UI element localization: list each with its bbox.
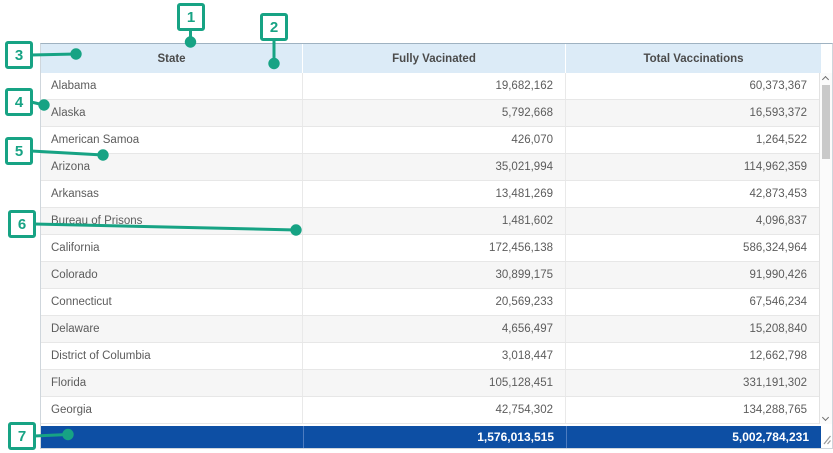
table-footer-totals: 1,576,013,515 5,002,784,231 <box>41 426 832 448</box>
annotation-callout-2: 2 <box>260 13 288 41</box>
cell-total-vaccinations: 134,288,765 <box>566 397 819 423</box>
annotation-callout-3: 3 <box>5 41 33 69</box>
annotation-callout-4: 4 <box>5 88 33 116</box>
table-row[interactable]: California 172,456,138 586,324,964 <box>41 235 819 262</box>
footer-state-cell <box>41 426 303 448</box>
footer-fully-vaccinated-total: 1,576,013,515 <box>303 426 566 448</box>
table-row[interactable]: American Samoa 426,070 1,264,522 <box>41 127 819 154</box>
annotation-callout-1: 1 <box>177 3 205 31</box>
table-row[interactable]: Arkansas 13,481,269 42,873,453 <box>41 181 819 208</box>
cell-total-vaccinations: 42,873,453 <box>566 181 819 207</box>
table-row[interactable]: Connecticut 20,569,233 67,546,234 <box>41 289 819 316</box>
cell-state: Colorado <box>41 262 303 288</box>
cell-state: Bureau of Prisons <box>41 208 303 234</box>
cell-total-vaccinations: 16,593,372 <box>566 100 819 126</box>
annotation-callout-7: 7 <box>8 422 36 450</box>
vertical-scrollbar[interactable] <box>819 73 832 424</box>
annotation-callout-5: 5 <box>5 137 33 165</box>
table-row[interactable]: Florida 105,128,451 331,191,302 <box>41 370 819 397</box>
cell-fully-vaccinated: 30,899,175 <box>303 262 566 288</box>
table-row[interactable]: District of Columbia 3,018,447 12,662,79… <box>41 343 819 370</box>
cell-total-vaccinations: 60,373,367 <box>566 73 819 99</box>
cell-total-vaccinations: 4,096,837 <box>566 208 819 234</box>
table-row[interactable]: Alabama 19,682,162 60,373,367 <box>41 73 819 100</box>
annotation-callout-6: 6 <box>8 210 36 238</box>
table-body: Alabama 19,682,162 60,373,367 Alaska 5,7… <box>41 73 832 424</box>
cell-state: Delaware <box>41 316 303 342</box>
table-row[interactable]: Colorado 30,899,175 91,990,426 <box>41 262 819 289</box>
cell-fully-vaccinated: 5,792,668 <box>303 100 566 126</box>
resize-grip-icon[interactable] <box>821 433 832 445</box>
cell-state: Connecticut <box>41 289 303 315</box>
cell-fully-vaccinated: 172,456,138 <box>303 235 566 261</box>
cell-total-vaccinations: 586,324,964 <box>566 235 819 261</box>
table-row[interactable]: Arizona 35,021,994 114,962,359 <box>41 154 819 181</box>
cell-fully-vaccinated: 105,128,451 <box>303 370 566 396</box>
chevron-down-icon[interactable] <box>822 414 829 421</box>
column-header-total-vaccinations[interactable]: Total Vaccinations <box>566 44 821 73</box>
cell-fully-vaccinated: 4,656,497 <box>303 316 566 342</box>
table-row[interactable]: Bureau of Prisons 1,481,602 4,096,837 <box>41 208 819 235</box>
cell-total-vaccinations: 67,546,234 <box>566 289 819 315</box>
cell-state: Arizona <box>41 154 303 180</box>
cell-total-vaccinations: 91,990,426 <box>566 262 819 288</box>
cell-state: Alaska <box>41 100 303 126</box>
cell-total-vaccinations: 1,264,522 <box>566 127 819 153</box>
cell-fully-vaccinated: 35,021,994 <box>303 154 566 180</box>
scrollbar-thumb[interactable] <box>822 85 830 159</box>
cell-state: Georgia <box>41 397 303 423</box>
dashboard-page: State Fully Vacinated Total Vaccinations… <box>0 0 833 453</box>
vaccination-table: State Fully Vacinated Total Vaccinations… <box>40 43 833 449</box>
cell-total-vaccinations: 12,662,798 <box>566 343 819 369</box>
cell-fully-vaccinated: 42,754,302 <box>303 397 566 423</box>
table-row[interactable]: Alaska 5,792,668 16,593,372 <box>41 100 819 127</box>
table-row[interactable]: Delaware 4,656,497 15,208,840 <box>41 316 819 343</box>
cell-fully-vaccinated: 13,481,269 <box>303 181 566 207</box>
cell-state: Alabama <box>41 73 303 99</box>
column-header-state[interactable]: State <box>41 44 303 73</box>
cell-state: Florida <box>41 370 303 396</box>
footer-total-vaccinations-total: 5,002,784,231 <box>566 426 821 448</box>
cell-fully-vaccinated: 20,569,233 <box>303 289 566 315</box>
chevron-up-icon[interactable] <box>822 76 829 83</box>
table-row[interactable]: Georgia 42,754,302 134,288,765 <box>41 397 819 424</box>
cell-state: Arkansas <box>41 181 303 207</box>
cell-total-vaccinations: 114,962,359 <box>566 154 819 180</box>
cell-fully-vaccinated: 19,682,162 <box>303 73 566 99</box>
cell-state: California <box>41 235 303 261</box>
table-header: State Fully Vacinated Total Vaccinations <box>41 44 832 73</box>
cell-total-vaccinations: 331,191,302 <box>566 370 819 396</box>
column-header-fully-vaccinated[interactable]: Fully Vacinated <box>303 44 566 73</box>
cell-fully-vaccinated: 1,481,602 <box>303 208 566 234</box>
cell-fully-vaccinated: 426,070 <box>303 127 566 153</box>
cell-total-vaccinations: 15,208,840 <box>566 316 819 342</box>
cell-state: District of Columbia <box>41 343 303 369</box>
cell-state: American Samoa <box>41 127 303 153</box>
cell-fully-vaccinated: 3,018,447 <box>303 343 566 369</box>
